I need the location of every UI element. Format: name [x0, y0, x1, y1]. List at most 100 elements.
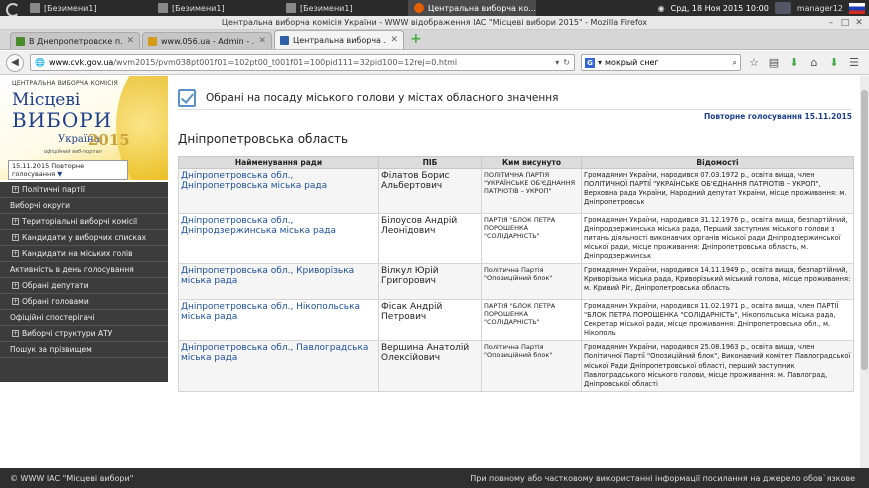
checkbox-check-icon [178, 88, 196, 107]
council-link[interactable]: Дніпропетровська обл., Дніпродзержинська… [178, 212, 379, 265]
dropdown-arrow-icon[interactable]: ▾ [598, 58, 602, 67]
tab-close-icon[interactable]: ✕ [126, 36, 134, 46]
nominated-by: ПОЛІТИЧНА ПАРТІЯ "УКРАЇНСЬКЕ ОБ'ЄДНАННЯ … [481, 168, 582, 214]
expand-plus-icon[interactable]: + [12, 282, 19, 289]
reading-list-icon[interactable]: ▤ [767, 56, 781, 70]
tab-close-icon[interactable]: ✕ [258, 36, 266, 46]
repeat-vote-date: Повторне голосування 15.11.2015 [703, 112, 852, 121]
window-titlebar: Центральна виборча комісія України - WWW… [0, 16, 869, 30]
candidate-info: Громадянин України, народився 31.12.1976… [581, 212, 854, 265]
candidate-name: Білоусов Андрій Леонідович [378, 212, 482, 265]
sidebar: ЦЕНТРАЛЬНА ВИБОРЧА КОМІСІЯ Місцеві ВИБОР… [0, 76, 168, 468]
maximize-icon[interactable]: □ [839, 18, 851, 28]
expand-plus-icon[interactable]: + [12, 218, 19, 225]
council-link[interactable]: Дніпропетровська обл., Павлоградська міс… [178, 340, 379, 392]
search-input[interactable] [605, 58, 730, 67]
back-icon[interactable]: ◀ [6, 53, 24, 72]
candidate-info: Громадянин України, народився 11.02.1971… [581, 299, 854, 342]
site-footer: © WWW IAC "Місцеві вибори" При повному а… [0, 468, 869, 488]
election-date-select[interactable]: 15.11.2015 Повторне голосування ▼ [8, 160, 128, 180]
hamburger-menu-icon[interactable]: ☰ [847, 56, 861, 70]
column-header: Відомості [581, 156, 854, 169]
table-row: Дніпропетровська обл., Криворізька міськ… [178, 263, 854, 301]
elected-mayors-table: Найменування ради ПІБ Ким висунуто Відом… [178, 156, 854, 392]
table-row: Дніпропетровська обл., Павлоградська міс… [178, 340, 854, 392]
home-icon[interactable]: ⌂ [807, 56, 821, 70]
council-link[interactable]: Дніпропетровська обл., Криворізька міськ… [178, 263, 379, 301]
table-row: Дніпропетровська обл., Нікопольська місь… [178, 299, 854, 342]
tab-cvk[interactable]: Центральна виборча ... ✕ [274, 30, 404, 49]
taskbar-item-firefox[interactable]: Центральна виборча ко... [408, 0, 536, 16]
main-panel: Обрані на посаду міського голови у міста… [168, 76, 860, 468]
favicon-icon [280, 35, 289, 45]
os-menu-icon[interactable] [4, 2, 20, 17]
sidebar-item-districts[interactable]: Виборчі округи [0, 198, 168, 214]
tray-icon[interactable]: ◉ [658, 4, 665, 13]
candidate-name: Філатов Борис Альбертович [378, 168, 482, 214]
footer-notice: При повному або частковому використанні … [470, 473, 855, 483]
sidebar-item-elected-heads[interactable]: + Обрані головами [0, 294, 168, 310]
user-name[interactable]: manager12 [797, 4, 843, 13]
nominated-by: Політична Партія "Опозиційний блок" [481, 340, 582, 392]
sidebar-item-search-surname[interactable]: Пошук за прізвищем [0, 342, 168, 358]
footer-copyright: © WWW IAC "Місцеві вибори" [10, 473, 134, 483]
google-icon[interactable]: G [585, 57, 595, 68]
expand-plus-icon[interactable]: + [12, 250, 19, 257]
scrollbar-thumb[interactable] [861, 90, 868, 370]
sidebar-item-commissions[interactable]: + Територіальні виборчі комісії [0, 214, 168, 230]
document-icon [158, 3, 168, 13]
candidate-info: Громадянин України, народився 25.08.1963… [581, 340, 854, 392]
favicon-icon [16, 36, 25, 46]
sidebar-item-observers[interactable]: Офіційні спостерігачі [0, 310, 168, 326]
tab-strip: В Днепропетровске п... ✕ www.056.ua - Ad… [0, 30, 869, 50]
sidebar-item-activity[interactable]: Активність в день голосування [0, 262, 168, 278]
tab-dnipro-news[interactable]: В Днепропетровске п... ✕ [10, 32, 140, 49]
close-window-icon[interactable]: ✕ [853, 18, 865, 28]
download-icon[interactable]: ⬇ [787, 56, 801, 70]
dropdown-arrow-icon[interactable]: ▾ [555, 58, 559, 67]
addon-icon[interactable]: ⬇ [827, 56, 841, 70]
new-tab-icon[interactable]: + [410, 32, 424, 47]
expand-plus-icon[interactable]: + [12, 234, 19, 241]
firefox-icon [414, 3, 424, 13]
minimize-icon[interactable]: – [825, 18, 837, 28]
council-link[interactable]: Дніпропетровська обл., Дніпропетровська … [178, 168, 379, 214]
search-icon[interactable]: ⌕ [733, 58, 737, 68]
nominated-by: ПАРТІЯ "БЛОК ПЕТРА ПОРОШЕНКА "СОЛІДАРНІС… [481, 212, 582, 265]
sidebar-item-elected-deputies[interactable]: + Обрані депутати [0, 278, 168, 294]
navigation-bar: ◀ 🌐 www.cvk.gov.ua/wvm2015/pvm038pt001f0… [0, 51, 869, 75]
taskbar-item[interactable]: [Безимени1] [24, 0, 152, 16]
sidebar-item-list-candidates[interactable]: + Кандидати у виборчих списках [0, 230, 168, 246]
taskbar-item[interactable]: [Безимени1] [152, 0, 280, 16]
keyboard-layout-flag-icon[interactable] [849, 2, 865, 14]
tray-app-icon[interactable] [774, 2, 791, 14]
page-header: Обрані на посаду міського голови у міста… [178, 86, 852, 110]
candidate-name: Вершина Анатолій Олексійович [378, 340, 482, 392]
sidebar-item-ato-structures[interactable]: + Виборчі структури АТУ [0, 326, 168, 342]
window-title: Центральна виборча комісія України - WWW… [221, 18, 648, 27]
bookmark-star-icon[interactable]: ☆ [747, 56, 761, 70]
expand-plus-icon[interactable]: + [12, 186, 19, 193]
sidebar-item-political-parties[interactable]: + Політичні партії [0, 182, 168, 198]
region-title: Дніпропетровська область [178, 132, 349, 146]
search-bar[interactable]: G ▾ ⌕ [581, 54, 741, 71]
candidate-info: Громадянин України, народився 07.03.1972… [581, 168, 854, 214]
taskbar-item[interactable]: [Безимени1] [280, 0, 408, 16]
reload-icon[interactable]: ↻ [563, 58, 570, 67]
table-row: Дніпропетровська обл., Дніпродзержинська… [178, 212, 854, 265]
page-scrollbar[interactable] [860, 76, 869, 468]
column-header: Найменування ради [178, 156, 379, 169]
url-host: www.cvk.gov.ua [48, 58, 114, 67]
site-logo[interactable]: ЦЕНТРАЛЬНА ВИБОРЧА КОМІСІЯ Місцеві ВИБОР… [0, 76, 168, 180]
expand-plus-icon[interactable]: + [12, 298, 19, 305]
tab-056-admin[interactable]: www.056.ua - Admin - ... ✕ [142, 32, 272, 49]
council-link[interactable]: Дніпропетровська обл., Нікопольська місь… [178, 299, 379, 342]
nominated-by: Політична Партія "Опозиційний блок" [481, 263, 582, 301]
sidebar-item-mayor-candidates[interactable]: + Кандидати на міських голів [0, 246, 168, 262]
candidate-name: Фісак Андрій Петрович [378, 299, 482, 342]
url-bar[interactable]: 🌐 www.cvk.gov.ua/wvm2015/pvm038pt001f01=… [30, 54, 575, 71]
expand-plus-icon[interactable]: + [12, 330, 19, 337]
chevron-down-icon: ▼ [57, 170, 63, 178]
tab-close-icon[interactable]: ✕ [390, 35, 398, 45]
clock[interactable]: Срд, 18 Ноя 2015 10:00 [671, 4, 769, 13]
